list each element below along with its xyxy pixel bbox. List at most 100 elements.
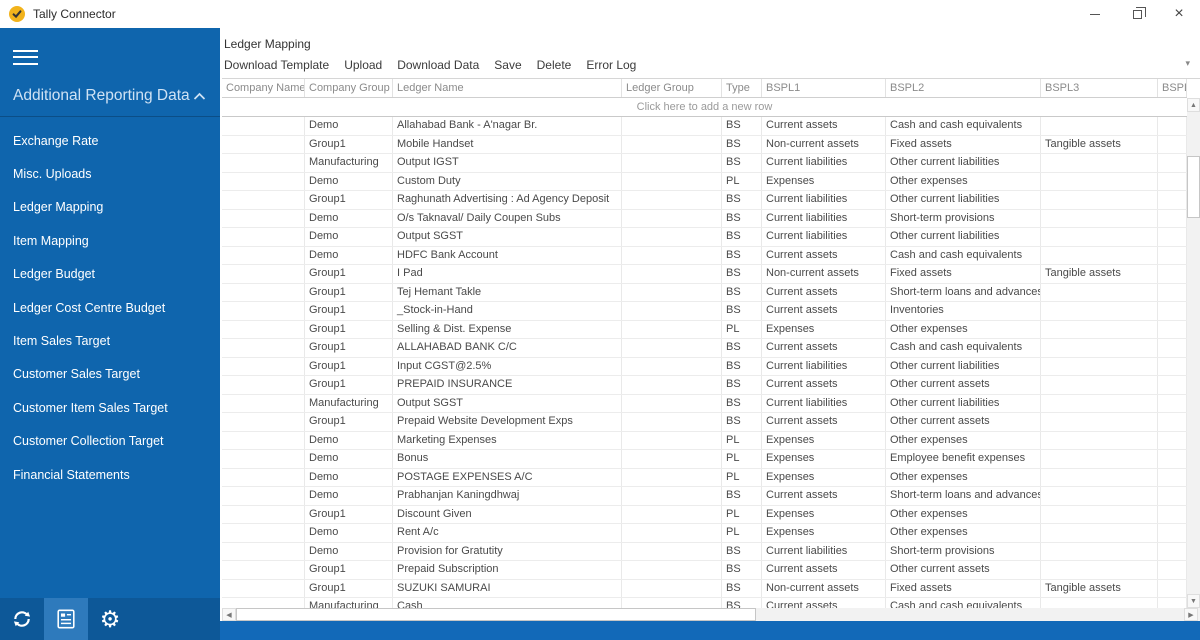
table-cell[interactable]: SUZUKI SAMURAI [393,580,622,598]
table-cell[interactable]: Demo [305,228,393,246]
table-cell[interactable]: BS [722,358,762,376]
table-cell[interactable]: I Pad [393,265,622,283]
table-cell[interactable] [1158,265,1187,283]
table-cell[interactable] [222,469,305,487]
table-row[interactable]: DemoCustom DutyPLExpensesOther expenses [222,173,1187,192]
table-cell[interactable]: Other current liabilities [886,191,1041,209]
add-new-row[interactable]: Click here to add a new row [222,98,1187,117]
table-cell[interactable]: Demo [305,487,393,505]
table-cell[interactable]: BS [722,210,762,228]
table-cell[interactable] [622,543,722,561]
table-cell[interactable]: Tangible assets [1041,580,1158,598]
column-header[interactable]: BSPL4 [1158,79,1187,97]
table-cell[interactable]: Mobile Handset [393,136,622,154]
table-cell[interactable]: Prabhanjan Kaningdhwaj [393,487,622,505]
table-cell[interactable]: Manufacturing [305,395,393,413]
table-cell[interactable]: Short-term loans and advances [886,487,1041,505]
table-cell[interactable]: Expenses [762,506,886,524]
table-cell[interactable] [1158,210,1187,228]
table-cell[interactable]: Tangible assets [1041,136,1158,154]
table-cell[interactable]: Group1 [305,580,393,598]
table-cell[interactable]: Provision for Gratutity [393,543,622,561]
table-cell[interactable]: BS [722,339,762,357]
table-cell[interactable] [1041,210,1158,228]
table-cell[interactable] [222,543,305,561]
table-cell[interactable] [622,487,722,505]
table-row[interactable]: DemoO/s Taknaval/ Daily Coupen SubsBSCur… [222,210,1187,229]
table-cell[interactable]: Current assets [762,413,886,431]
table-cell[interactable]: Current liabilities [762,228,886,246]
table-cell[interactable] [222,598,305,608]
sidebar-item-ledger-cost-centre-budget[interactable]: Ledger Cost Centre Budget [0,291,220,324]
table-cell[interactable]: Other current liabilities [886,395,1041,413]
table-cell[interactable]: Fixed assets [886,136,1041,154]
download-template-button[interactable]: Download Template [224,58,329,72]
table-cell[interactable] [1041,339,1158,357]
table-row[interactable]: DemoPOSTAGE EXPENSES A/CPLExpensesOther … [222,469,1187,488]
table-cell[interactable]: BS [722,265,762,283]
table-cell[interactable]: Current liabilities [762,210,886,228]
table-cell[interactable] [1158,117,1187,135]
close-button[interactable]: × [1158,0,1200,28]
sidebar-item-customer-sales-target[interactable]: Customer Sales Target [0,358,220,391]
scroll-right-button[interactable]: ▶ [1184,608,1198,621]
table-cell[interactable] [622,154,722,172]
minimize-button[interactable] [1074,0,1116,28]
table-cell[interactable] [622,376,722,394]
table-row[interactable]: Group1Mobile HandsetBSNon-current assets… [222,136,1187,155]
table-cell[interactable] [1158,321,1187,339]
table-cell[interactable] [1158,580,1187,598]
table-cell[interactable]: Demo [305,469,393,487]
table-cell[interactable]: HDFC Bank Account [393,247,622,265]
sidebar-item-customer-item-sales-target[interactable]: Customer Item Sales Target [0,391,220,424]
table-cell[interactable]: Other current assets [886,413,1041,431]
table-cell[interactable]: Current assets [762,339,886,357]
table-cell[interactable] [1041,432,1158,450]
hamburger-menu-button[interactable] [0,28,220,79]
table-cell[interactable]: PL [722,524,762,542]
table-cell[interactable]: Demo [305,117,393,135]
table-cell[interactable]: Short-term loans and advances [886,284,1041,302]
table-cell[interactable]: BS [722,413,762,431]
table-cell[interactable] [622,228,722,246]
upload-button[interactable]: Upload [344,58,382,72]
table-cell[interactable] [222,358,305,376]
table-cell[interactable]: Cash and cash equivalents [886,117,1041,135]
sidebar-item-ledger-budget[interactable]: Ledger Budget [0,258,220,291]
table-cell[interactable] [1158,506,1187,524]
table-cell[interactable]: Custom Duty [393,173,622,191]
table-cell[interactable]: Manufacturing [305,154,393,172]
table-cell[interactable] [222,487,305,505]
table-cell[interactable]: BS [722,136,762,154]
table-cell[interactable]: Output SGST [393,228,622,246]
table-cell[interactable]: Short-term provisions [886,543,1041,561]
column-header[interactable]: Company Name [222,79,305,97]
table-cell[interactable]: Marketing Expenses [393,432,622,450]
table-cell[interactable] [622,265,722,283]
sync-button[interactable] [0,598,44,640]
table-cell[interactable] [1158,395,1187,413]
table-cell[interactable]: BS [722,284,762,302]
table-row[interactable]: DemoPrabhanjan KaningdhwajBSCurrent asse… [222,487,1187,506]
table-cell[interactable] [622,432,722,450]
table-cell[interactable] [1158,413,1187,431]
table-cell[interactable] [222,524,305,542]
table-cell[interactable] [222,561,305,579]
table-cell[interactable]: Current liabilities [762,191,886,209]
table-cell[interactable] [622,321,722,339]
table-cell[interactable]: BS [722,154,762,172]
table-cell[interactable]: Inventories [886,302,1041,320]
column-header[interactable]: BSPL1 [762,79,886,97]
table-row[interactable]: Group1Tej Hemant TakleBSCurrent assetsSh… [222,284,1187,303]
table-cell[interactable] [1041,284,1158,302]
table-row[interactable]: Group1I PadBSNon-current assetsFixed ass… [222,265,1187,284]
table-cell[interactable]: Other current liabilities [886,358,1041,376]
table-cell[interactable]: PL [722,173,762,191]
table-row[interactable]: DemoOutput SGSTBSCurrent liabilitiesOthe… [222,228,1187,247]
table-cell[interactable] [222,302,305,320]
table-cell[interactable] [622,173,722,191]
table-cell[interactable] [222,117,305,135]
table-cell[interactable]: Cash and cash equivalents [886,247,1041,265]
table-cell[interactable] [222,191,305,209]
table-row[interactable]: Group1Prepaid SubscriptionBSCurrent asse… [222,561,1187,580]
